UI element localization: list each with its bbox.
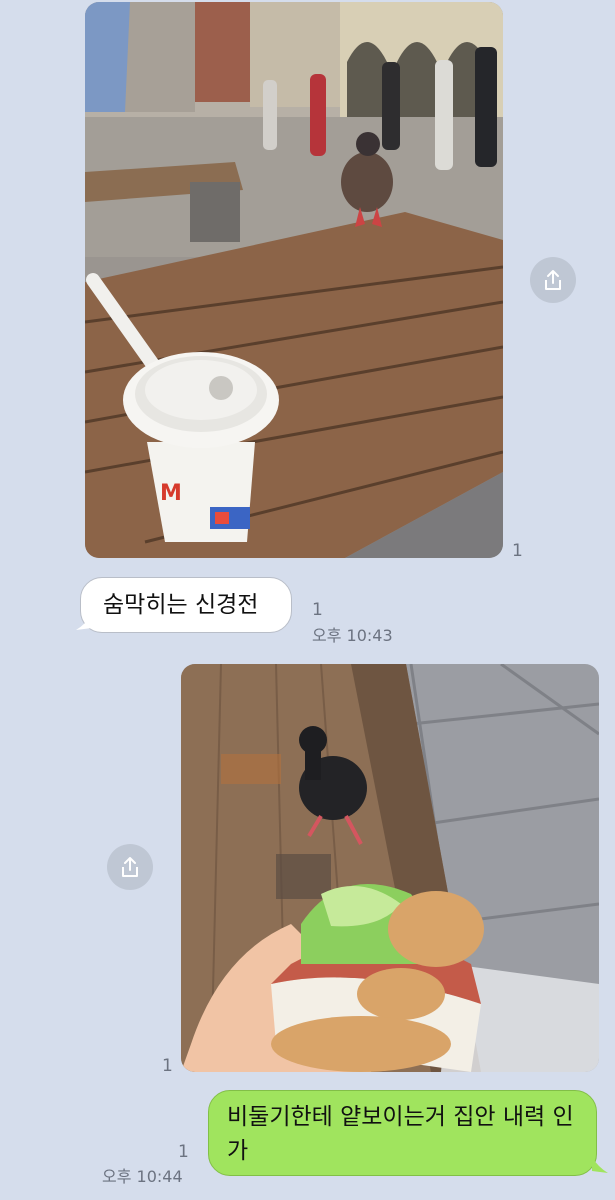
message-text: 숨막히는 신경전 xyxy=(103,592,259,618)
read-count: 1 xyxy=(162,1056,173,1076)
share-button[interactable] xyxy=(530,257,576,303)
mcdonalds-logo: M xyxy=(160,481,182,506)
message-text: 비둘기한테 얕보이는거 집안 내력 인가 xyxy=(227,1104,574,1164)
pigeon-table-photo: M xyxy=(85,2,503,558)
sent-text-bubble[interactable]: 비둘기한테 얕보이는거 집안 내력 인가 xyxy=(208,1090,597,1176)
bubble-tail xyxy=(76,614,92,630)
read-count: 1 xyxy=(312,600,323,620)
pigeon-sandwich-photo xyxy=(181,664,599,1072)
received-image-message[interactable]: M xyxy=(85,2,503,558)
read-count: 1 xyxy=(178,1142,189,1162)
timestamp: 오후 10:43 xyxy=(312,626,393,645)
received-text-bubble[interactable]: 숨막히는 신경전 xyxy=(80,577,292,633)
sent-image-message[interactable] xyxy=(181,664,599,1072)
read-count: 1 xyxy=(512,541,523,561)
bubble-tail xyxy=(592,1157,608,1173)
share-icon xyxy=(122,857,138,877)
share-icon xyxy=(545,270,561,290)
share-button[interactable] xyxy=(107,844,153,890)
timestamp: 오후 10:44 xyxy=(102,1167,183,1186)
